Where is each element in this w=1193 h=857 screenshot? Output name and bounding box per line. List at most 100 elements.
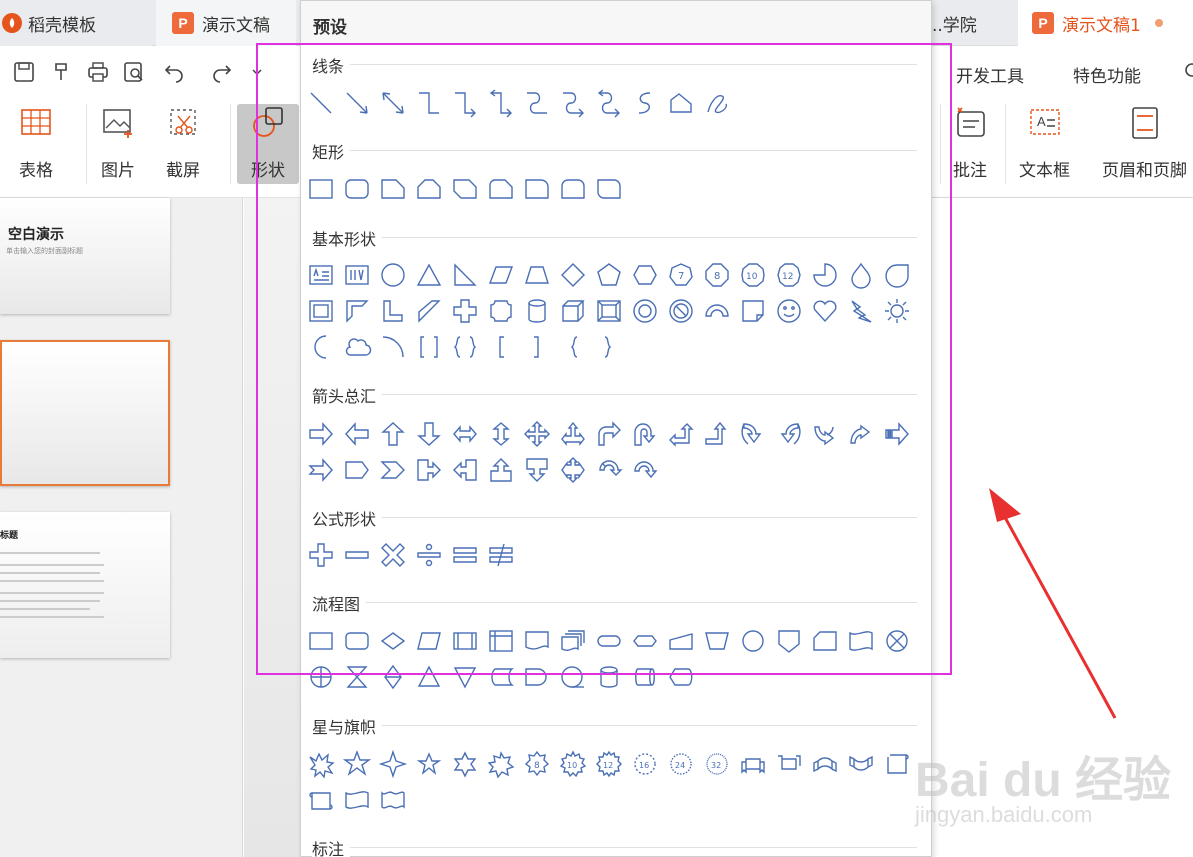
- flowchart-preparation-shape[interactable]: [627, 623, 663, 659]
- flowchart-manual-input-shape[interactable]: [663, 623, 699, 659]
- diamond-shape[interactable]: [555, 257, 591, 293]
- vertical-scroll-shape[interactable]: [879, 746, 915, 782]
- bent-up-arrow-shape[interactable]: [699, 416, 735, 452]
- right-arrow-shape[interactable]: [303, 416, 339, 452]
- elbow-connector-shape[interactable]: [411, 85, 447, 121]
- flowchart-offpage-connector-shape[interactable]: [771, 623, 807, 659]
- l-shape[interactable]: [375, 293, 411, 329]
- vertical-textbox-shape[interactable]: [339, 257, 375, 293]
- flowchart-summing-junction-shape[interactable]: [879, 623, 915, 659]
- flowchart-data-shape[interactable]: [411, 623, 447, 659]
- can-shape[interactable]: [519, 293, 555, 329]
- flowchart-collate-shape[interactable]: [339, 659, 375, 695]
- search-icon[interactable]: [1182, 60, 1193, 84]
- snip-single-corner-shape[interactable]: [375, 171, 411, 207]
- decagon-shape[interactable]: 10: [735, 257, 771, 293]
- flowchart-predefined-process-shape[interactable]: [447, 623, 483, 659]
- flowchart-sequential-storage-shape[interactable]: [555, 659, 591, 695]
- up-arrow-shape[interactable]: [375, 416, 411, 452]
- slide-thumbnail-3[interactable]: 标题: [0, 512, 170, 658]
- 4-point-star-shape[interactable]: [375, 746, 411, 782]
- down-arrow-callout-shape[interactable]: [519, 452, 555, 488]
- flowchart-connector-shape[interactable]: [735, 623, 771, 659]
- octagon-shape[interactable]: 8: [699, 257, 735, 293]
- textbox-shape[interactable]: [303, 257, 339, 293]
- up-ribbon-shape[interactable]: [735, 746, 771, 782]
- left-right-arrow-shape[interactable]: [447, 416, 483, 452]
- flowchart-terminator-shape[interactable]: [591, 623, 627, 659]
- textbox-button[interactable]: A 文本框: [1019, 104, 1070, 181]
- 32-point-star-shape[interactable]: 32: [699, 746, 735, 782]
- screenshot-button[interactable]: 截屏: [165, 104, 201, 181]
- 5-point-star-shape[interactable]: [339, 746, 375, 782]
- flowchart-manual-operation-shape[interactable]: [699, 623, 735, 659]
- plus-shape[interactable]: [303, 537, 339, 573]
- scribble-shape[interactable]: [699, 85, 735, 121]
- cloud-shape[interactable]: [339, 329, 375, 365]
- curved-up-arrow-shape[interactable]: [807, 416, 843, 452]
- flowchart-display-shape[interactable]: [663, 659, 699, 695]
- flowchart-punched-tape-shape[interactable]: [843, 623, 879, 659]
- oval-shape[interactable]: [375, 257, 411, 293]
- donut-shape[interactable]: [627, 293, 663, 329]
- print-preview-icon[interactable]: [122, 60, 146, 84]
- rectangle-shape[interactable]: [303, 171, 339, 207]
- cross-shape[interactable]: [447, 293, 483, 329]
- moon-shape[interactable]: [303, 329, 339, 365]
- double-wave-shape[interactable]: [375, 782, 411, 818]
- curved-connector-shape[interactable]: [519, 85, 555, 121]
- header-footer-button[interactable]: 页眉和页脚: [1102, 104, 1187, 181]
- left-right-up-arrow-shape[interactable]: [555, 416, 591, 452]
- hexagon-shape[interactable]: [627, 257, 663, 293]
- print-icon[interactable]: [86, 60, 110, 84]
- bent-arrow-shape[interactable]: [591, 416, 627, 452]
- menu-dev-tools[interactable]: 开发工具: [956, 62, 1024, 87]
- slide-thumbnail-1[interactable]: 空白演示 单击输入您的封面副标题: [0, 198, 170, 314]
- teardrop-shape[interactable]: [843, 257, 879, 293]
- table-button[interactable]: 表格: [18, 104, 54, 181]
- down-ribbon-shape[interactable]: [771, 746, 807, 782]
- flowchart-card-shape[interactable]: [807, 623, 843, 659]
- rounded-rectangle-shape[interactable]: [339, 171, 375, 207]
- multiply-shape[interactable]: [375, 537, 411, 573]
- elbow-double-arrow-shape[interactable]: [483, 85, 519, 121]
- flowchart-decision-shape[interactable]: [375, 623, 411, 659]
- tab-presentation-1[interactable]: P 演示文稿1: [1018, 0, 1193, 46]
- left-brace-shape[interactable]: [555, 329, 591, 365]
- chevron-shape[interactable]: [375, 452, 411, 488]
- plaque-shape[interactable]: [483, 293, 519, 329]
- flowchart-merge-shape[interactable]: [447, 659, 483, 695]
- block-arc-shape[interactable]: [699, 293, 735, 329]
- diagonal-stripe-shape[interactable]: [411, 293, 447, 329]
- u-turn-arrow-shape[interactable]: [627, 416, 663, 452]
- notched-right-arrow-shape[interactable]: [303, 452, 339, 488]
- flowchart-document-shape[interactable]: [519, 623, 555, 659]
- 5-point-star-small-shape[interactable]: [411, 746, 447, 782]
- circular-arrow-shape[interactable]: [591, 452, 627, 488]
- explosion-shape[interactable]: [303, 746, 339, 782]
- more-chevron-icon[interactable]: [250, 60, 264, 84]
- pentagon-shape[interactable]: [591, 257, 627, 293]
- curved-arrow-shape[interactable]: [627, 452, 663, 488]
- pentagon-arrow-shape[interactable]: [339, 452, 375, 488]
- 6-point-star-shape[interactable]: [447, 746, 483, 782]
- round-single-corner-shape[interactable]: [519, 171, 555, 207]
- left-bracket-shape[interactable]: [483, 329, 519, 365]
- double-brace-shape[interactable]: [447, 329, 483, 365]
- slide-thumbnail-2[interactable]: [0, 340, 170, 486]
- 10-point-star-shape[interactable]: 10: [555, 746, 591, 782]
- curve-shape[interactable]: [627, 85, 663, 121]
- left-arrow-callout-shape[interactable]: [447, 452, 483, 488]
- not-equal-shape[interactable]: [483, 537, 519, 573]
- frame-shape[interactable]: [303, 293, 339, 329]
- tab-presentation-2[interactable]: P 演示文稿: [156, 0, 296, 46]
- curved-down-arrow-shape[interactable]: [843, 416, 879, 452]
- tab-academy[interactable]: ..学院: [930, 0, 1016, 46]
- redo-icon[interactable]: [210, 60, 234, 84]
- bevel-shape[interactable]: [591, 293, 627, 329]
- tab-docer-templates[interactable]: 稻壳模板: [0, 0, 152, 46]
- format-painter-icon[interactable]: [50, 60, 74, 84]
- double-arrow-line-shape[interactable]: [375, 85, 411, 121]
- right-arrow-callout-shape[interactable]: [411, 452, 447, 488]
- pie-shape[interactable]: [807, 257, 843, 293]
